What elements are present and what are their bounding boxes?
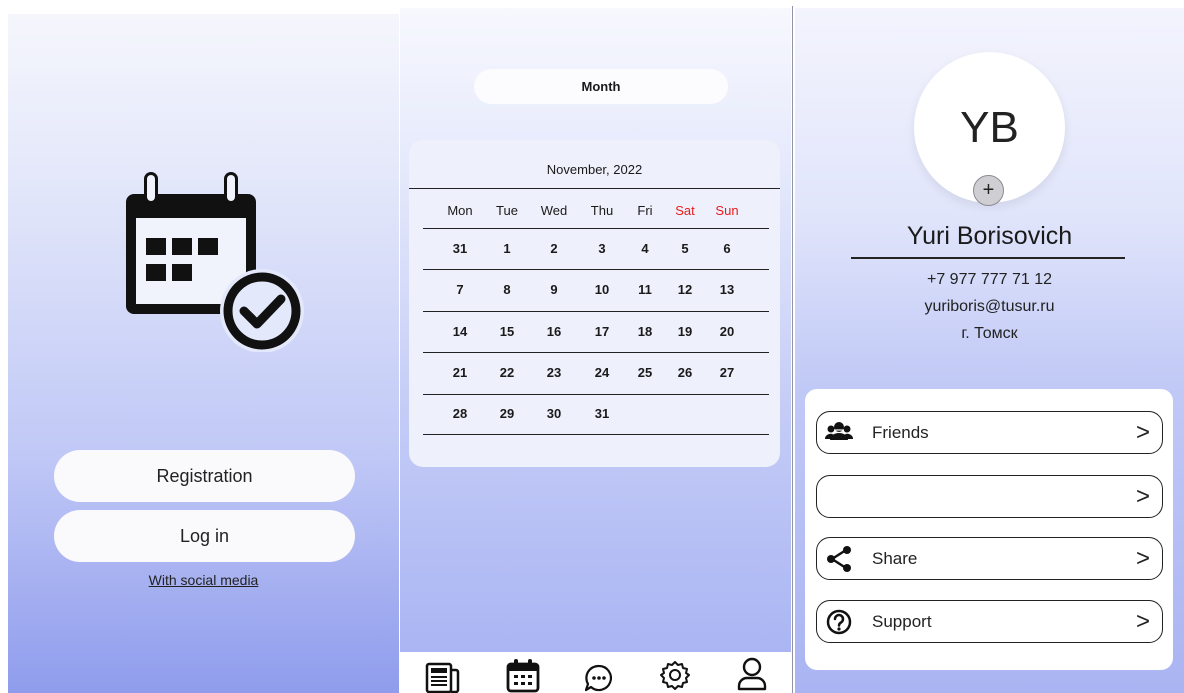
divider xyxy=(423,269,769,270)
calendar-icon[interactable] xyxy=(506,658,540,693)
chevron-right-icon: > xyxy=(1135,418,1150,446)
calendar-day[interactable]: 29 xyxy=(492,406,522,421)
registration-button[interactable]: Registration xyxy=(54,450,355,502)
user-phone: +7 977 777 71 12 xyxy=(926,271,1052,288)
menu-item-label: Friends xyxy=(872,422,929,442)
calendar-day[interactable]: 8 xyxy=(492,282,522,297)
calendar-day[interactable]: 4 xyxy=(630,241,660,256)
weekday-label: Mon xyxy=(447,203,473,218)
divider xyxy=(423,434,769,435)
calendar-day[interactable]: 31 xyxy=(587,406,617,421)
calendar-day[interactable]: 9 xyxy=(539,282,569,297)
social-media-link[interactable]: With social media xyxy=(8,572,399,588)
calendar-day[interactable]: 23 xyxy=(539,365,569,380)
chat-icon[interactable] xyxy=(584,663,614,693)
weekday-label: Tue xyxy=(496,203,518,218)
help-icon xyxy=(826,609,852,635)
calendar-day[interactable]: 28 xyxy=(445,406,475,421)
calendar-day[interactable]: 1 xyxy=(492,241,522,256)
divider xyxy=(423,394,769,395)
divider xyxy=(409,188,780,189)
user-name: Yuri Borisovich xyxy=(906,222,1073,250)
calendar-screen: Month November, 2022 Mon Tue Wed Thu Fri… xyxy=(400,8,791,693)
chevron-right-icon: > xyxy=(1135,544,1150,572)
calendar-day[interactable]: 17 xyxy=(587,324,617,339)
chevron-right-icon: > xyxy=(1135,607,1150,635)
calendar-day[interactable]: 30 xyxy=(539,406,569,421)
calendar-day[interactable]: 7 xyxy=(445,282,475,297)
share-icon xyxy=(827,546,851,572)
bottom-nav-bar xyxy=(400,652,791,693)
calendar-day[interactable]: 16 xyxy=(539,324,569,339)
calendar-card: November, 2022 Mon Tue Wed Thu Fri Sat S… xyxy=(409,140,780,467)
profile-icon[interactable] xyxy=(736,657,768,691)
calendar-day[interactable]: 6 xyxy=(712,241,742,256)
calendar-day[interactable]: 31 xyxy=(445,241,475,256)
calendar-day[interactable]: 27 xyxy=(712,365,742,380)
divider xyxy=(851,257,1125,259)
calendar-day[interactable]: 18 xyxy=(630,324,660,339)
menu-item-label: Share xyxy=(872,548,918,568)
weekday-label: Sat xyxy=(675,203,695,218)
view-mode-selector[interactable]: Month xyxy=(474,69,728,104)
user-city: г. Томск xyxy=(961,325,1018,342)
chevron-right-icon: > xyxy=(1135,482,1150,510)
avatar-initials: YB xyxy=(960,102,1019,152)
calendar-day[interactable]: 2 xyxy=(539,241,569,256)
calendar-day[interactable]: 24 xyxy=(587,365,617,380)
calendar-day[interactable]: 15 xyxy=(492,324,522,339)
settings-icon[interactable] xyxy=(660,660,690,690)
divider xyxy=(423,311,769,312)
calendar-day[interactable]: 3 xyxy=(587,241,617,256)
friends-icon xyxy=(825,422,853,440)
profile-screen: YB + Yuri Borisovich +7 977 777 71 12 yu… xyxy=(795,8,1184,693)
calendar-day[interactable]: 26 xyxy=(670,365,700,380)
add-photo-button[interactable]: + xyxy=(973,175,1004,206)
calendar-month-title: November, 2022 xyxy=(546,162,643,177)
calendar-day[interactable]: 10 xyxy=(587,282,617,297)
panel-divider xyxy=(792,6,793,693)
user-email: yuriboris@tusur.ru xyxy=(924,298,1055,315)
calendar-day[interactable]: 22 xyxy=(492,365,522,380)
calendar-day[interactable]: 11 xyxy=(630,282,660,297)
calendar-day[interactable]: 14 xyxy=(445,324,475,339)
calendar-day[interactable]: 20 xyxy=(712,324,742,339)
calendar-day[interactable]: 12 xyxy=(670,282,700,297)
login-screen: Registration Log in With social media xyxy=(8,14,399,693)
calendar-day[interactable]: 19 xyxy=(670,324,700,339)
calendar-day[interactable]: 13 xyxy=(712,282,742,297)
menu-item-support[interactable]: Support > xyxy=(816,600,1163,643)
menu-item-friends[interactable]: Friends > xyxy=(816,411,1163,454)
weekday-label: Wed xyxy=(540,203,568,218)
weekday-label: Sun xyxy=(715,203,739,218)
calendar-day[interactable]: 5 xyxy=(670,241,700,256)
divider xyxy=(423,352,769,353)
calendar-day[interactable]: 21 xyxy=(445,365,475,380)
divider xyxy=(423,228,769,229)
menu-item-label: Support xyxy=(872,611,932,631)
profile-menu: Friends > > Share > Support > xyxy=(805,389,1173,670)
login-button[interactable]: Log in xyxy=(54,510,355,562)
calendar-day[interactable]: 25 xyxy=(630,365,660,380)
calendar-check-icon xyxy=(126,172,304,352)
news-icon[interactable] xyxy=(425,662,461,693)
weekday-label: Thu xyxy=(590,203,614,218)
menu-item-empty[interactable]: > xyxy=(816,475,1163,518)
weekday-label: Fri xyxy=(637,203,653,218)
menu-item-share[interactable]: Share > xyxy=(816,537,1163,580)
